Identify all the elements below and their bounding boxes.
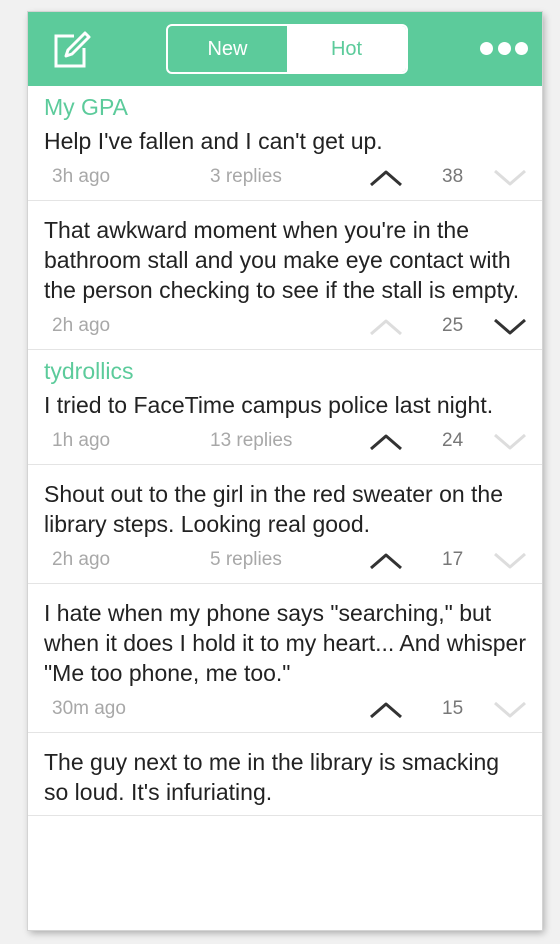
top-bar: New Hot bbox=[28, 12, 542, 86]
tab-new[interactable]: New bbox=[168, 26, 287, 72]
dot bbox=[497, 41, 511, 55]
feed-tab-switch: New Hot bbox=[166, 24, 408, 74]
post-author: tydrollics bbox=[44, 358, 134, 384]
upvote-icon[interactable] bbox=[368, 551, 404, 571]
post-text: Help I've fallen and I can't get up. bbox=[44, 128, 383, 154]
post-text: I hate when my phone says "searching," b… bbox=[44, 600, 526, 686]
post-time: 3h ago bbox=[52, 166, 111, 187]
post-time: 2h ago bbox=[52, 315, 111, 336]
post-text: That awkward moment when you're in the b… bbox=[44, 217, 520, 303]
post-text: I tried to FaceTime campus police last n… bbox=[44, 392, 494, 418]
more-options-icon[interactable] bbox=[480, 40, 528, 56]
post-time: 30m ago bbox=[52, 698, 126, 719]
post-item[interactable]: Shout out to the girl in the red sweater… bbox=[28, 469, 542, 584]
downvote-icon[interactable] bbox=[492, 432, 528, 452]
post-item[interactable]: My GPA Help I've fallen and I can't get u… bbox=[28, 86, 542, 201]
downvote-icon[interactable] bbox=[492, 168, 528, 188]
post-item[interactable]: tydrollics I tried to FaceTime campus pol… bbox=[28, 350, 542, 465]
post-text: The guy next to me in the library is sma… bbox=[44, 749, 500, 805]
post-item[interactable]: I hate when my phone says "searching," b… bbox=[28, 588, 542, 733]
post-meta: 2h ago 25 bbox=[44, 305, 528, 349]
dot bbox=[515, 41, 528, 55]
post-item[interactable]: That awkward moment when you're in the b… bbox=[28, 205, 542, 350]
post-meta: 1h ago 13 replies 24 bbox=[44, 420, 528, 464]
vote-score: 17 bbox=[442, 549, 464, 570]
downvote-icon[interactable] bbox=[492, 551, 528, 571]
upvote-icon[interactable] bbox=[368, 432, 404, 452]
vote-score: 38 bbox=[442, 166, 464, 187]
downvote-icon[interactable] bbox=[492, 700, 528, 720]
vote-score: 24 bbox=[442, 430, 464, 451]
app-window: New Hot My GPA Help I've fallen and I can… bbox=[28, 12, 542, 930]
compose-icon[interactable] bbox=[52, 28, 92, 70]
upvote-icon[interactable] bbox=[368, 168, 404, 188]
tab-hot[interactable]: Hot bbox=[287, 26, 406, 72]
post-author: My GPA bbox=[44, 94, 128, 120]
upvote-icon[interactable] bbox=[368, 317, 404, 337]
post-meta: 3h ago 3 replies 38 bbox=[44, 156, 528, 200]
dot bbox=[480, 41, 493, 55]
vote-score: 15 bbox=[442, 698, 464, 719]
downvote-icon[interactable] bbox=[492, 317, 528, 337]
post-feed: My GPA Help I've fallen and I can't get u… bbox=[28, 86, 542, 816]
post-text: Shout out to the girl in the red sweater… bbox=[44, 481, 504, 537]
upvote-icon[interactable] bbox=[368, 700, 404, 720]
vote-score: 25 bbox=[442, 315, 464, 336]
replies-count[interactable]: 5 replies bbox=[210, 549, 282, 571]
post-item[interactable]: The guy next to me in the library is sma… bbox=[28, 737, 542, 816]
replies-count[interactable]: 3 replies bbox=[210, 166, 282, 188]
post-time: 2h ago bbox=[52, 549, 111, 570]
post-meta: 2h ago 5 replies 17 bbox=[44, 539, 528, 583]
post-time: 1h ago bbox=[52, 430, 111, 451]
post-meta: 30m ago 15 bbox=[44, 688, 528, 732]
replies-count[interactable]: 13 replies bbox=[210, 430, 292, 452]
